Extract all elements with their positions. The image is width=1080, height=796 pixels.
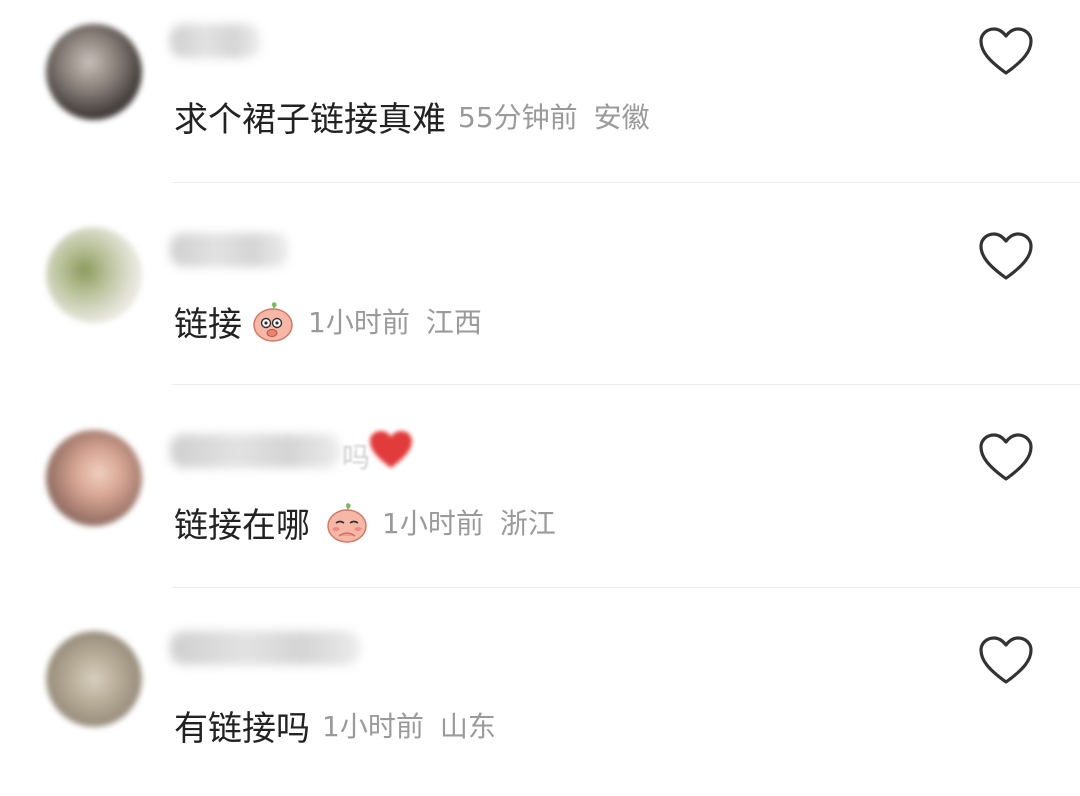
comment-item: 链接 1小时前 江西 [0, 183, 1080, 385]
username-blurred[interactable] [170, 233, 288, 267]
comment-location: 山东 [439, 710, 496, 743]
avatar[interactable] [46, 24, 142, 120]
username-blurred[interactable] [170, 631, 360, 665]
red-heart-emoji-blurred [370, 431, 412, 468]
heart-outline-icon[interactable] [978, 635, 1034, 687]
username-fragment: 吗 [342, 441, 371, 474]
heart-outline-icon[interactable] [978, 26, 1034, 78]
comment-body: 链接在哪 1小时前 浙江 [174, 498, 556, 546]
comment-time: 1小时前 [308, 306, 410, 339]
peach-face-emoji [327, 503, 367, 543]
avatar[interactable] [46, 631, 142, 727]
comment-body: 求个裙子链接真难 55分钟前 安徽 [174, 92, 650, 140]
avatar[interactable] [46, 430, 142, 526]
comment-text: 有链接吗 [174, 708, 310, 749]
comment-time: 1小时前 [322, 710, 424, 743]
username-blurred[interactable] [170, 434, 340, 468]
comment-location: 安徽 [593, 101, 650, 134]
heart-outline-icon[interactable] [978, 432, 1034, 484]
peach-face-emoji [253, 302, 293, 342]
comment-body: 链接 1小时前 江西 [174, 297, 482, 345]
comment-item: 链接在哪 1小时前 浙江 [0, 386, 1080, 588]
comment-text: 求个裙子链接真难 [174, 99, 446, 140]
comment-text: 链接 [174, 304, 242, 345]
comment-item: 有链接吗 1小时前 山东 [0, 589, 1080, 791]
username-blurred[interactable] [170, 24, 260, 58]
comment-time: 1小时前 [382, 507, 484, 540]
avatar[interactable] [46, 227, 142, 323]
comment-time: 55分钟前 [458, 101, 578, 134]
comment-body: 有链接吗 1小时前 山东 [174, 701, 496, 749]
comment-item: 求个裙子链接真难 55分钟前 安徽 [0, 0, 1080, 202]
comment-text: 链接在哪 [174, 505, 310, 546]
comment-location: 江西 [425, 306, 482, 339]
divider [172, 384, 1080, 385]
divider [172, 587, 1080, 588]
comment-location: 浙江 [499, 507, 556, 540]
heart-outline-icon[interactable] [978, 231, 1034, 283]
